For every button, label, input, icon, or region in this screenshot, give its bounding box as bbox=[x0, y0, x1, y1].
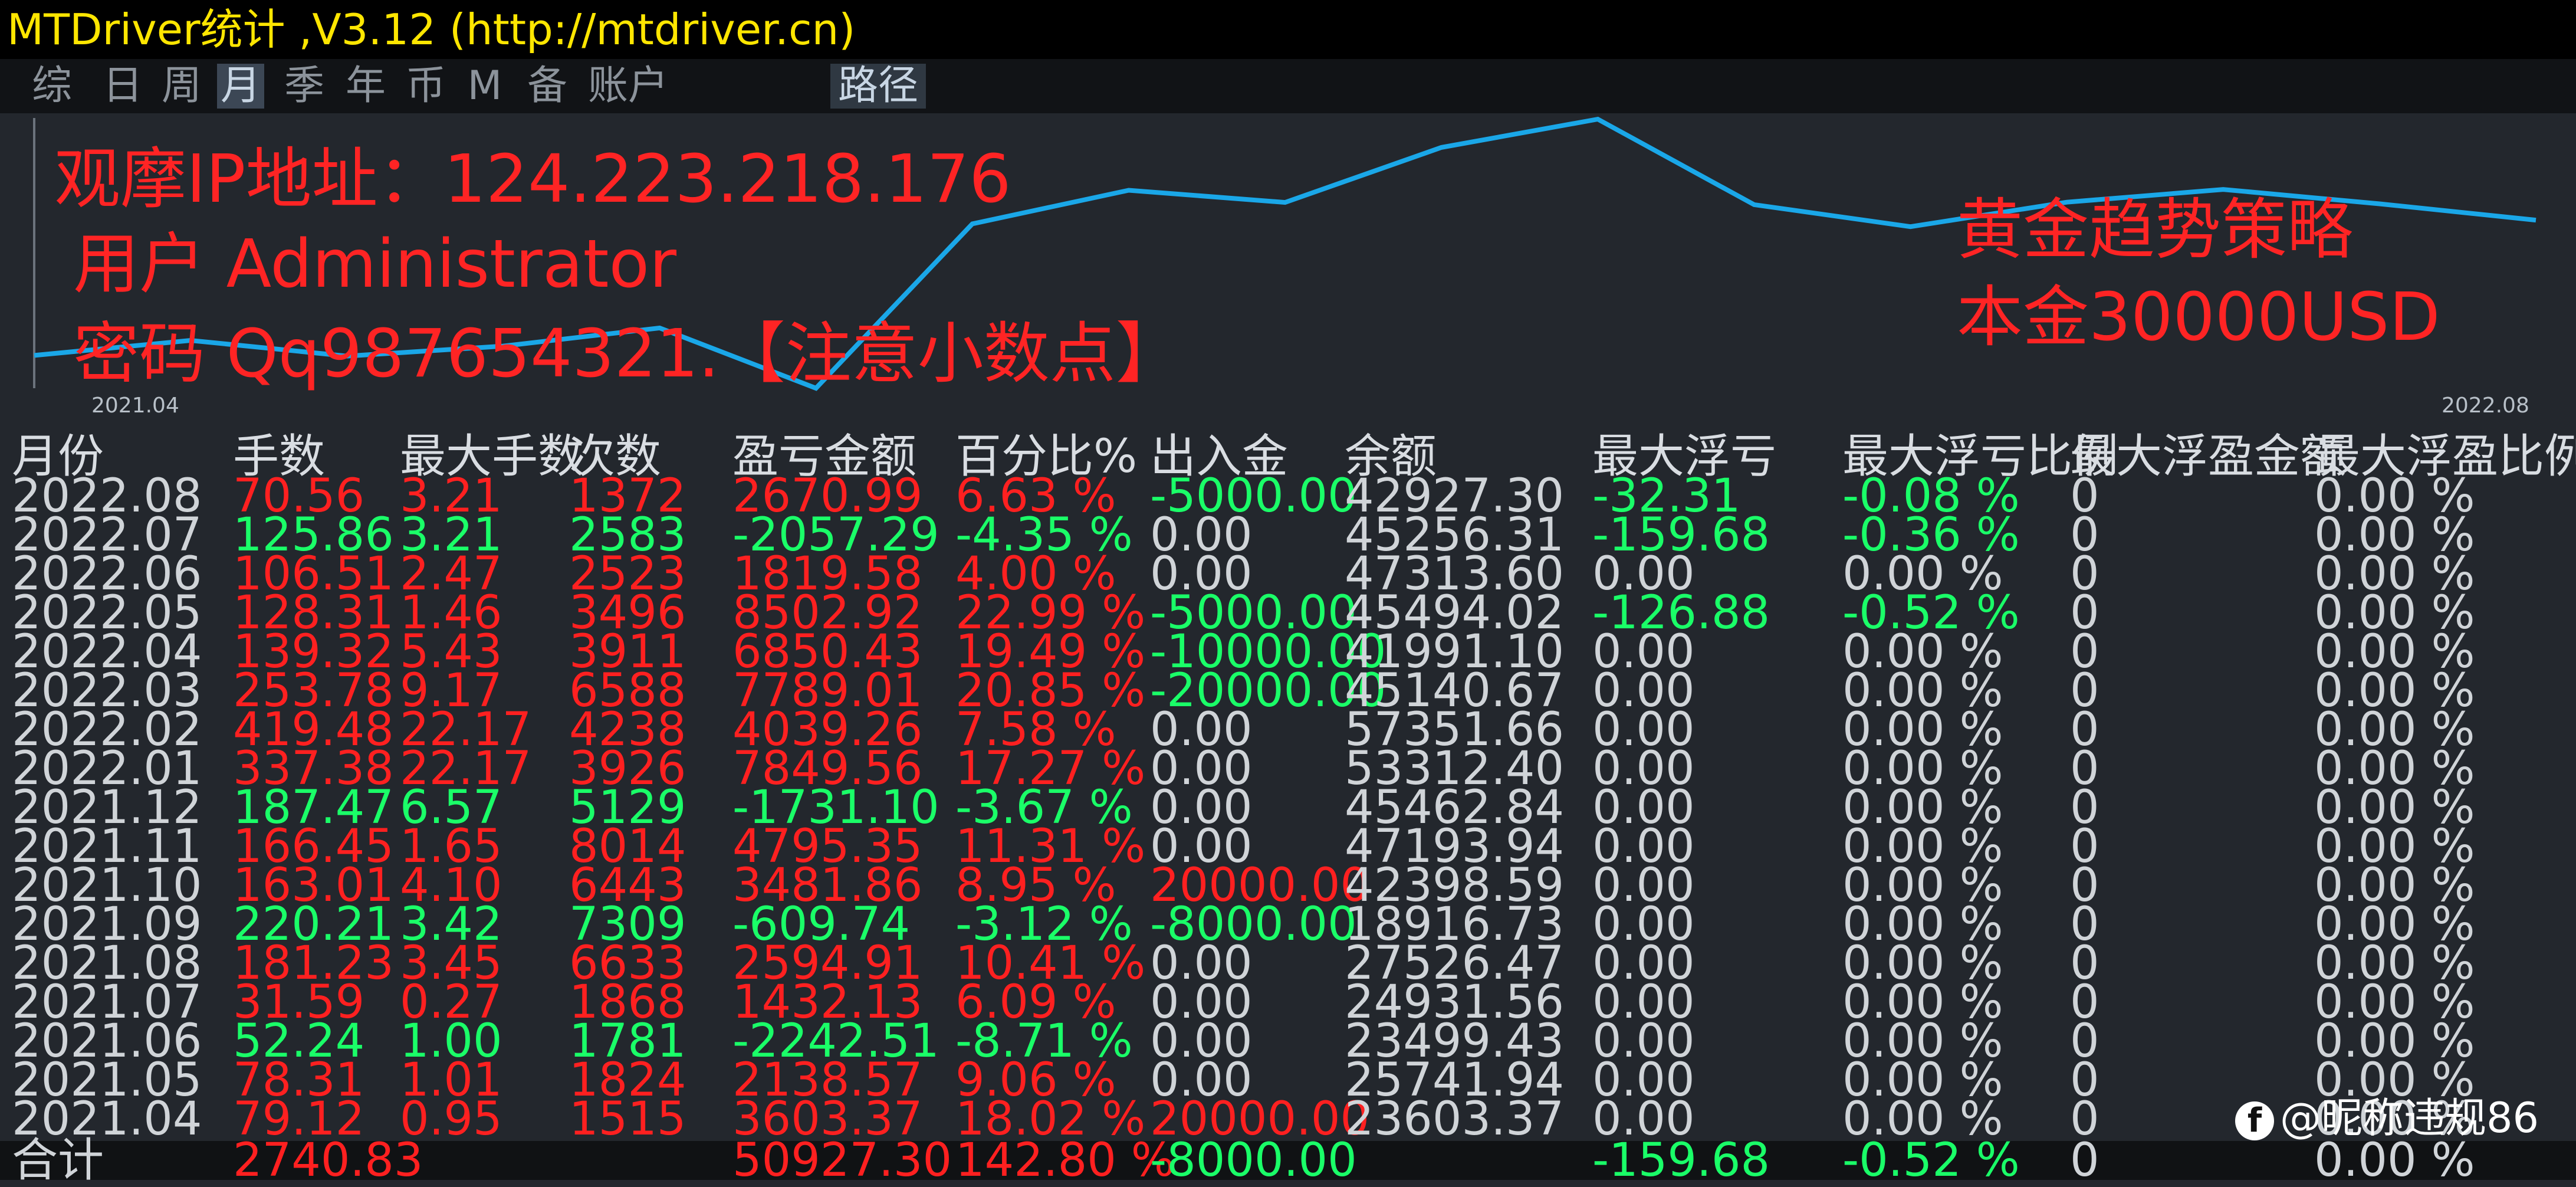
strategy-text: 黄金趋势策略 bbox=[1957, 192, 2353, 268]
menu-tab-3[interactable]: 月 bbox=[217, 64, 264, 109]
monthly-stats-table: 月份 手数 最大手数 次数 盈亏金额 百分比% 出入金 余额 最大浮亏 最大浮亏比例 最大浮盈金额最… bbox=[0, 429, 2576, 1187]
menu-tab-6[interactable]: 币 bbox=[402, 64, 449, 109]
total-cell: 50927.30 bbox=[732, 1134, 952, 1187]
table-row[interactable]: 2021.06 52.24 1.00 1781 -2242.51 -8.71 % 0.00 2… bbox=[0, 1018, 2576, 1064]
table-cell: 0.95 bbox=[400, 1093, 502, 1146]
table-row[interactable]: 2021.07 31.59 0.27 1868 1432.13 6.09 % 0.00 249… bbox=[0, 979, 2576, 1025]
table-cell: 18.02 % bbox=[955, 1093, 1146, 1146]
menu-tab-0[interactable]: 综 bbox=[28, 64, 75, 109]
table-cell: 0.00 % bbox=[1842, 1093, 2003, 1146]
facebook-logo-icon: f bbox=[2235, 1101, 2274, 1140]
path-button[interactable]: 路径 bbox=[830, 64, 926, 109]
table-cell: 0 bbox=[2070, 1093, 2099, 1146]
table-row[interactable]: 2021.04 79.12 0.95 1515 3603.37 18.02 % 20000.… bbox=[0, 1093, 2576, 1146]
chart-start-date: 2021.04 bbox=[91, 394, 179, 418]
menu-tab-5[interactable]: 年 bbox=[342, 64, 389, 109]
menu-tab-7[interactable]: M bbox=[464, 64, 506, 109]
table-cell: 2021.04 bbox=[12, 1093, 202, 1146]
total-cell: 0 bbox=[2070, 1134, 2099, 1187]
chart-end-date: 2022.08 bbox=[2442, 394, 2529, 418]
window-title: MTDriver统计 ,V3.12 (http://mtdriver.cn) bbox=[0, 0, 2576, 59]
table-cell: 20000.00 bbox=[1150, 1093, 1370, 1146]
watermark-text: @昵称违规86 bbox=[2280, 1094, 2539, 1142]
user-text: 用户 Administrator bbox=[73, 226, 677, 303]
total-cell: 0.00 % bbox=[2314, 1134, 2475, 1187]
menu-tab-1[interactable]: 日 bbox=[99, 64, 146, 109]
total-cell: 合计 bbox=[12, 1134, 104, 1187]
table-cell: 0.00 bbox=[1592, 1093, 1695, 1146]
observer-ip-text: 观摩IP地址：124.223.218.176 bbox=[54, 141, 1011, 218]
total-cell: -0.52 % bbox=[1842, 1134, 2020, 1187]
menu-tab-9[interactable]: 账户 bbox=[584, 64, 672, 109]
table-cell: 23603.37 bbox=[1345, 1093, 1565, 1146]
table-cell: 79.12 bbox=[233, 1093, 365, 1146]
total-cell: -159.68 bbox=[1592, 1134, 1770, 1187]
total-cell: -8000.00 bbox=[1150, 1134, 1357, 1187]
total-cell: 2740.83 bbox=[233, 1134, 423, 1187]
menu-tab-2[interactable]: 周 bbox=[158, 64, 205, 109]
total-cell: 142.80 % bbox=[955, 1134, 1175, 1187]
watermark: f @昵称违规86 bbox=[2235, 1091, 2539, 1145]
menu-bar: 综日周月季年币 M 备账户 路径 bbox=[0, 59, 2576, 113]
menu-tab-4[interactable]: 季 bbox=[278, 64, 330, 109]
equity-chart: 观摩IP地址：124.223.218.176 用户 Administrator … bbox=[0, 113, 2576, 429]
column-header-10[interactable]: 最大浮盈金额 bbox=[2070, 429, 2346, 484]
total-row[interactable]: 合计 2740.83 50927.30 142.80 % -8000.00 -159.68… bbox=[0, 1134, 2576, 1187]
table-cell: 1515 bbox=[569, 1093, 686, 1146]
menu-tab-8[interactable]: 备 bbox=[524, 64, 571, 109]
capital-text: 本金30000USD bbox=[1957, 279, 2440, 356]
table-cell: 3603.37 bbox=[732, 1093, 923, 1146]
password-text: 密码 Qq987654321.【注意小数点】 bbox=[73, 316, 1182, 392]
table-row[interactable]: 2021.08 181.23 3.45 6633 2594.91 10.41 % 0.00 2… bbox=[0, 940, 2576, 986]
